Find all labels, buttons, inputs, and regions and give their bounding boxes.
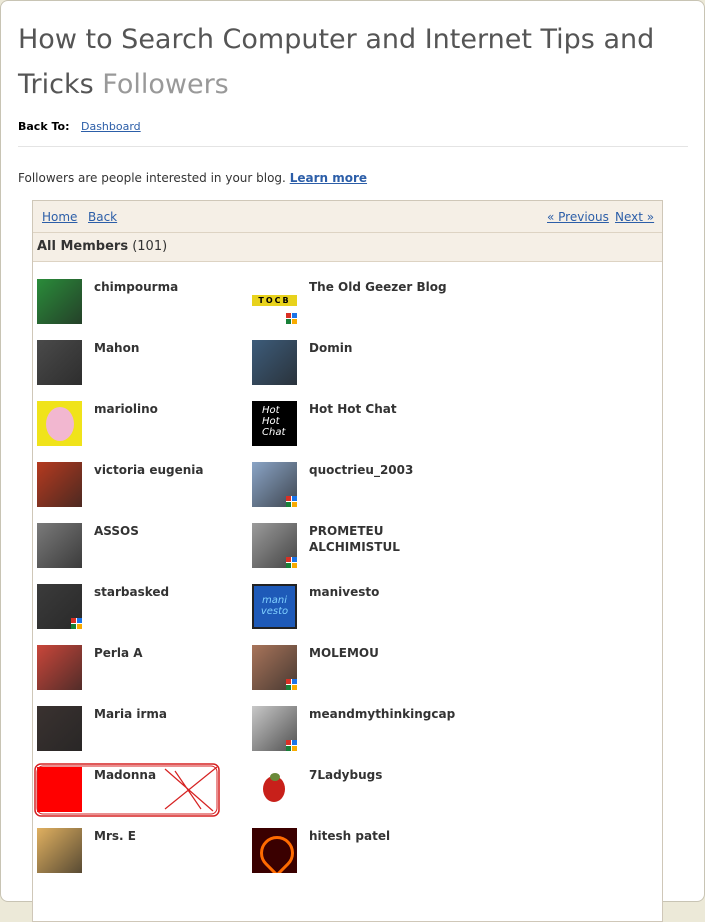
members-header: All Members (101) [33, 233, 662, 262]
member-avatar[interactable] [37, 523, 82, 568]
member-item[interactable]: TOCB The Old Geezer Blog [252, 279, 462, 329]
member-name[interactable]: mariolino [94, 401, 244, 417]
member-avatar[interactable] [252, 767, 297, 812]
member-avatar[interactable] [252, 340, 297, 385]
member-avatar[interactable] [37, 645, 82, 690]
member-avatar[interactable] [37, 340, 82, 385]
member-name[interactable]: Maria irma [94, 706, 244, 722]
members-count: (101) [132, 239, 168, 254]
member-item[interactable]: quoctrieu_2003 [252, 462, 462, 512]
member-name[interactable]: Perla A [94, 645, 244, 661]
member-avatar[interactable] [252, 706, 297, 751]
followers-panel: Home Back « Previous Next » All Members … [32, 200, 663, 922]
member-item[interactable]: Perla A [37, 645, 247, 695]
member-name[interactable]: Mahon [94, 340, 244, 356]
member-item[interactable]: Maria irma [37, 706, 247, 756]
member-item[interactable]: Mahon [37, 340, 247, 390]
member-avatar[interactable]: TOCB [252, 279, 297, 324]
member-avatar[interactable] [37, 462, 82, 507]
member-item[interactable]: Hot Hot Chat Hot Hot Chat [252, 401, 462, 451]
google-badge-icon [286, 679, 297, 690]
member-name[interactable]: Hot Hot Chat [309, 401, 459, 417]
member-name[interactable]: Mrs. E [94, 828, 244, 844]
member-avatar[interactable] [37, 767, 82, 812]
member-name[interactable]: The Old Geezer Blog [309, 279, 459, 295]
member-item[interactable]: Madonna [37, 767, 247, 817]
google-badge-icon [71, 618, 82, 629]
member-item[interactable]: victoria eugenia [37, 462, 247, 512]
member-avatar[interactable] [37, 584, 82, 629]
page-title: How to Search Computer and Internet Tips… [18, 24, 655, 100]
member-name[interactable]: Domin [309, 340, 459, 356]
member-avatar[interactable] [252, 523, 297, 568]
next-link[interactable]: Next » [615, 210, 654, 224]
member-name[interactable]: MOLEMOU [309, 645, 459, 661]
member-avatar[interactable] [37, 706, 82, 751]
pager-bar: Home Back « Previous Next » [33, 201, 662, 233]
member-item[interactable]: Mrs. E [37, 828, 247, 878]
member-name[interactable]: quoctrieu_2003 [309, 462, 459, 478]
back-to-label: Back To: [18, 120, 70, 133]
divider [18, 146, 688, 147]
member-avatar[interactable] [37, 279, 82, 324]
member-avatar[interactable] [252, 462, 297, 507]
member-item[interactable]: MOLEMOU [252, 645, 462, 695]
previous-link[interactable]: « Previous [547, 210, 609, 224]
back-to-bar: Back To: Dashboard [18, 120, 141, 133]
member-item[interactable]: PROMETEU ALCHIMISTUL [252, 523, 462, 573]
member-name[interactable]: ASSOS [94, 523, 244, 539]
member-name[interactable]: starbasked [94, 584, 244, 600]
member-item[interactable]: hitesh patel [252, 828, 462, 878]
member-item[interactable]: ASSOS [37, 523, 247, 573]
member-name[interactable]: PROMETEU ALCHIMISTUL [309, 523, 459, 555]
member-name[interactable]: hitesh patel [309, 828, 459, 844]
member-avatar[interactable]: mani vesto [252, 584, 297, 629]
google-badge-icon [286, 557, 297, 568]
member-avatar[interactable] [252, 828, 297, 873]
member-name[interactable]: manivesto [309, 584, 459, 600]
home-link[interactable]: Home [42, 210, 77, 224]
member-item[interactable]: Domin [252, 340, 462, 390]
member-item[interactable]: mani vesto manivesto [252, 584, 462, 634]
dashboard-link[interactable]: Dashboard [81, 120, 141, 133]
google-badge-icon [286, 740, 297, 751]
member-avatar[interactable] [37, 828, 82, 873]
member-name[interactable]: chimpourma [94, 279, 244, 295]
member-name[interactable]: victoria eugenia [94, 462, 244, 478]
member-name[interactable]: 7Ladybugs [309, 767, 459, 783]
google-badge-icon [286, 313, 297, 324]
member-item[interactable]: mariolino [37, 401, 247, 451]
learn-more-link[interactable]: Learn more [290, 171, 367, 185]
google-badge-icon [286, 496, 297, 507]
page: How to Search Computer and Internet Tips… [0, 0, 705, 922]
member-avatar[interactable] [37, 401, 82, 446]
member-item[interactable]: meandmythinkingcap [252, 706, 462, 756]
member-item[interactable]: 7Ladybugs [252, 767, 462, 817]
page-subtitle: Followers [102, 69, 229, 100]
member-name[interactable]: meandmythinkingcap [309, 706, 459, 722]
intro-text: Followers are people interested in your … [18, 171, 368, 185]
member-avatar[interactable] [252, 645, 297, 690]
member-avatar[interactable]: Hot Hot Chat [252, 401, 297, 446]
member-item[interactable]: chimpourma [37, 279, 247, 329]
member-name[interactable]: Madonna [94, 767, 244, 783]
member-item[interactable]: starbasked [37, 584, 247, 634]
back-link[interactable]: Back [88, 210, 117, 224]
